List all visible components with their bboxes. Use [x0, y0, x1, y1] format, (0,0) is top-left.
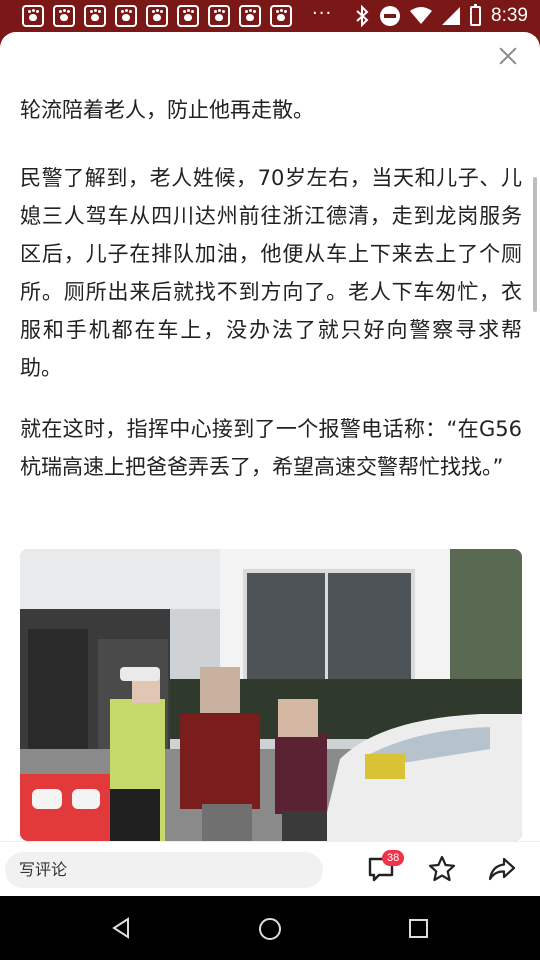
status-bar: ··· 8:39	[0, 0, 540, 32]
more-notifications-icon: ···	[312, 3, 333, 24]
share-icon[interactable]	[488, 856, 516, 882]
bottom-action-bar: 写评论 38	[0, 841, 540, 896]
wifi-icon	[410, 7, 433, 24]
favorite-star-icon[interactable]	[428, 855, 456, 883]
article-sheet: 轮流陪着老人，防止他再走散。 民警了解到，老人姓候，70岁左右，当天和儿子、儿媳…	[0, 32, 540, 896]
bluetooth-icon	[356, 5, 369, 27]
article-paragraph: 民警了解到，老人姓候，70岁左右，当天和儿子、儿媳三人驾车从四川达州前往浙江德清…	[20, 166, 522, 380]
comment-input[interactable]: 写评论	[5, 852, 323, 888]
home-icon[interactable]	[259, 918, 281, 940]
clock: 8:39	[491, 5, 528, 26]
do-not-disturb-icon	[380, 6, 401, 26]
back-icon[interactable]	[110, 917, 132, 939]
baidu-paw-icon	[53, 5, 75, 27]
article-paragraph: 就在这时，指挥中心接到了一个报警电话称：“在G56杭瑞高速上把爸爸弄丢了，希望高…	[20, 417, 522, 479]
baidu-paw-icon	[177, 5, 199, 27]
cut-off-text-line	[20, 64, 510, 76]
close-button[interactable]	[496, 44, 520, 68]
scrollbar[interactable]	[533, 177, 537, 312]
battery-charging-icon	[470, 4, 482, 26]
notification-icons	[22, 5, 292, 27]
recent-apps-icon[interactable]	[409, 919, 428, 938]
baidu-paw-icon	[115, 5, 137, 27]
baidu-paw-icon	[22, 5, 44, 27]
android-navigation-bar	[0, 896, 540, 960]
system-status: 8:39	[354, 0, 528, 32]
article-paragraph: 轮流陪着老人，防止他再走散。	[20, 98, 314, 122]
baidu-paw-icon	[270, 5, 292, 27]
baidu-paw-icon	[239, 5, 261, 27]
article-photo[interactable]	[20, 549, 522, 841]
comment-count-badge: 38	[382, 850, 405, 866]
baidu-paw-icon	[208, 5, 230, 27]
signal-icon	[442, 7, 461, 25]
baidu-paw-icon	[146, 5, 168, 27]
baidu-paw-icon	[84, 5, 106, 27]
photo-police-with-elderly-man	[20, 549, 522, 841]
